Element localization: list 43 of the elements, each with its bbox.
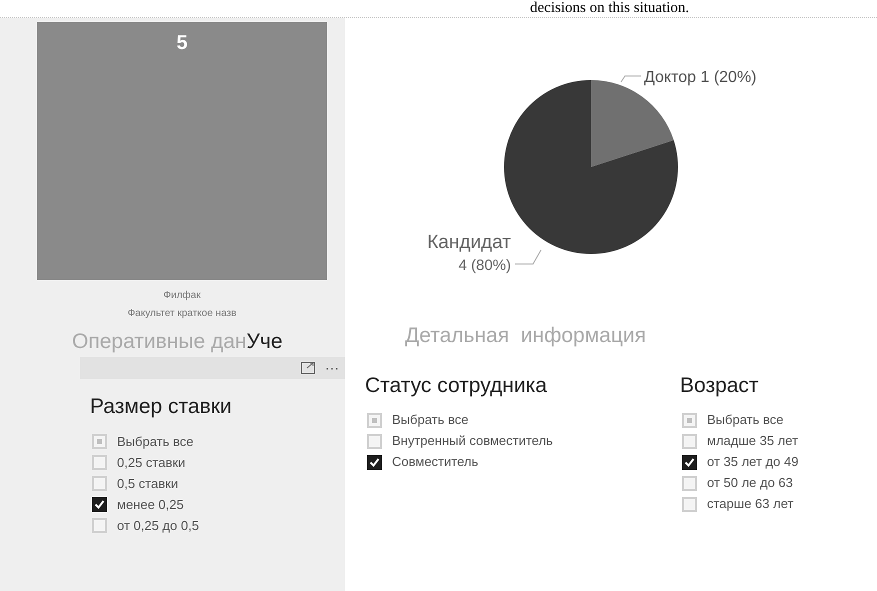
checkbox-label: Выбрать все xyxy=(117,432,194,451)
checkbox-label: Совместитель xyxy=(392,453,478,472)
checkbox-label: старше 63 лет xyxy=(707,495,794,514)
checkbox-label: от 0,25 до 0,5 xyxy=(117,516,199,535)
leader-line xyxy=(620,76,642,82)
slicer-title: Возраст xyxy=(680,372,760,398)
slicer-title: Статус сотрудника xyxy=(365,372,548,398)
checkbox-label: Выбрать все xyxy=(392,411,468,430)
checkbox[interactable] xyxy=(92,497,107,512)
checkbox-label: младше 35 лет xyxy=(707,432,798,450)
card-label: Факультет краткое назв xyxy=(128,307,236,321)
checkbox[interactable] xyxy=(682,434,697,448)
card-value: 5 xyxy=(176,31,188,54)
section-title: Уче xyxy=(246,328,282,354)
caption-text: decisions on this situation. xyxy=(530,0,690,16)
checkbox[interactable] xyxy=(92,434,107,449)
checkbox-label: от 35 лет до 49 xyxy=(707,453,798,472)
leader-line xyxy=(514,250,542,264)
checkbox-label: менее 0,25 xyxy=(117,496,184,514)
checkbox[interactable] xyxy=(682,496,697,512)
checkbox[interactable] xyxy=(367,434,382,448)
data-label: Кандидат xyxy=(427,232,511,253)
slicer-title: Размер ставки xyxy=(90,394,233,420)
checkbox[interactable] xyxy=(92,476,107,491)
checkbox[interactable] xyxy=(92,518,107,533)
checkbox[interactable] xyxy=(367,412,382,428)
section-title: Оперативные дан xyxy=(72,328,247,354)
checkbox-label: Внутренный совместитель xyxy=(392,432,553,450)
checkbox[interactable] xyxy=(682,412,697,428)
card-label: Филфак xyxy=(163,289,201,303)
checkbox-label: Выбрать все xyxy=(707,411,784,430)
checkbox-label: 0,5 ставки xyxy=(117,474,178,493)
checkbox[interactable] xyxy=(92,455,107,470)
checkbox[interactable] xyxy=(367,454,382,470)
data-label: 4 (80%) xyxy=(458,257,511,274)
data-label: Доктор 1 (20%) xyxy=(644,69,757,86)
more-options-button[interactable]: ⋯ xyxy=(325,358,339,378)
checkbox-label: 0,25 ставки xyxy=(117,454,186,472)
section-title: Детальная информация xyxy=(405,323,647,349)
focus-mode-icon[interactable] xyxy=(301,362,315,374)
checkbox-label: от 50 ле до 63 xyxy=(707,474,793,492)
checkbox[interactable] xyxy=(682,454,697,470)
checkbox[interactable] xyxy=(682,476,697,490)
